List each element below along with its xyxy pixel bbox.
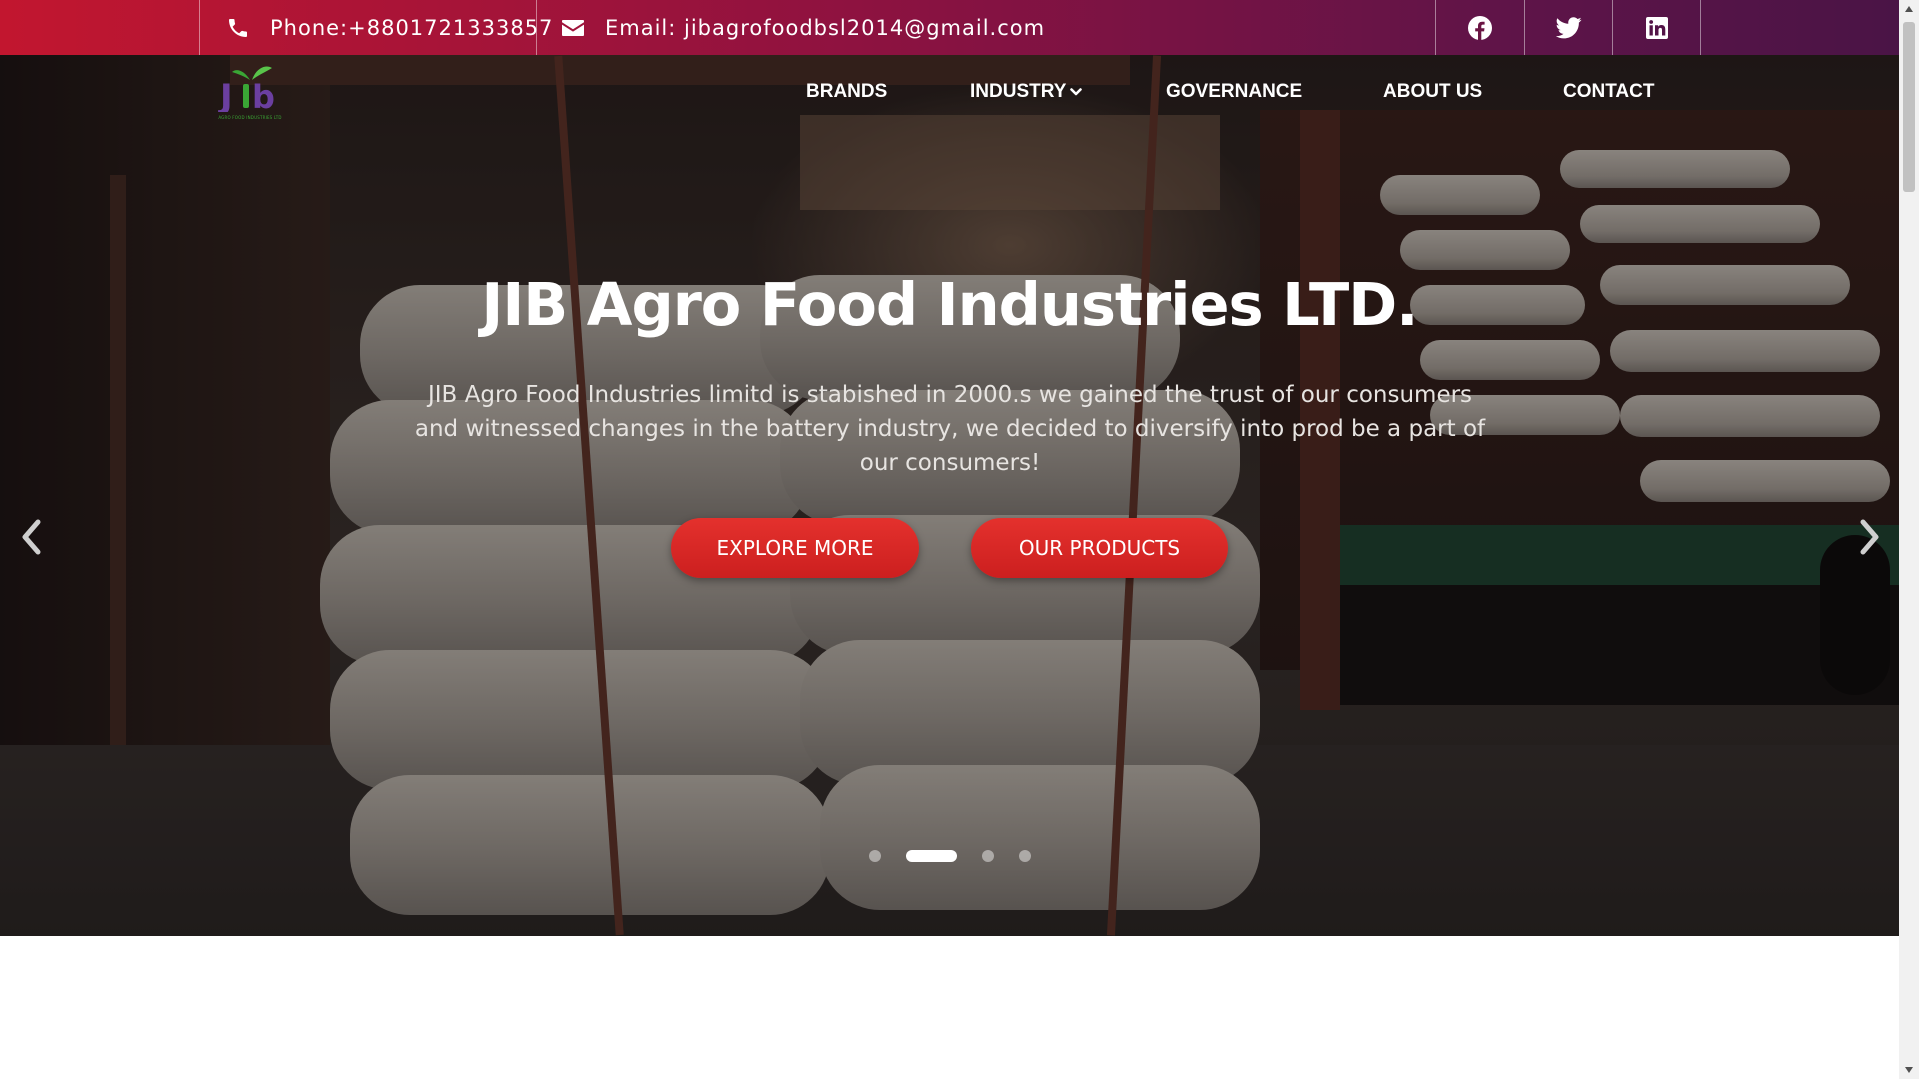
nav-brands[interactable]: BRANDS [806, 78, 887, 106]
hero-description: JIB Agro Food Industries limitd is stabi… [414, 382, 1486, 476]
nav-label: BRANDS [806, 81, 888, 102]
chevron-down-icon [1070, 88, 1083, 96]
hero-slider [0, 55, 1899, 936]
page-scrollbar[interactable] [1899, 0, 1919, 1079]
phone-text: Phone:+8801721333857 [270, 15, 554, 40]
slider-dot[interactable] [982, 850, 994, 862]
facebook-icon [1468, 15, 1492, 40]
our-products-button[interactable]: OUR PRODUCTS [971, 518, 1228, 578]
linkedin-link[interactable] [1613, 0, 1701, 55]
slider-dot[interactable] [1019, 850, 1031, 862]
explore-more-button[interactable]: EXPLORE MORE [671, 518, 919, 578]
linkedin-icon [1646, 16, 1668, 39]
nav-governance[interactable]: GOVERNANCE [1166, 78, 1302, 106]
scroll-up-button[interactable] [1899, 0, 1919, 18]
envelope-icon [562, 19, 584, 36]
chevron-left-icon [22, 519, 41, 555]
triangle-up-icon [1905, 6, 1913, 12]
phone-icon [229, 18, 247, 37]
divider [1700, 0, 1701, 55]
twitter-link[interactable] [1525, 0, 1613, 55]
svg-text:J: J [218, 77, 233, 112]
slider-dot[interactable] [869, 850, 881, 862]
slider-dot-active[interactable] [906, 850, 957, 862]
chevron-right-icon [1860, 519, 1879, 555]
facebook-link[interactable] [1436, 0, 1524, 55]
nav-label: INDUSTRY [970, 81, 1067, 102]
top-contact-bar: Phone:+8801721333857 Email: jibagrofoodb… [0, 0, 1899, 55]
svg-text:b: b [252, 78, 275, 112]
email-text: Email: jibagrofoodbsl2014@gmail.com [605, 15, 1046, 40]
site-logo[interactable]: J b AGRO FOOD INDUSTRIES LTD [214, 62, 286, 120]
divider [536, 0, 537, 55]
nav-industry[interactable]: INDUSTRY [970, 78, 1083, 106]
logo-mark-icon: J b [218, 66, 275, 117]
phone-contact[interactable]: Phone:+8801721333857 [226, 0, 553, 55]
slider-prev-button[interactable] [9, 515, 53, 559]
nav-label: ABOUT US [1383, 81, 1483, 102]
hero-title: JIB Agro Food Industries LTD. [481, 270, 1418, 339]
scroll-thumb[interactable] [1903, 22, 1915, 192]
slider-next-button[interactable] [1848, 515, 1892, 559]
divider [199, 0, 200, 55]
logo-subtext: AGRO FOOD INDUSTRIES LTD [218, 115, 282, 120]
email-contact[interactable]: Email: jibagrofoodbsl2014@gmail.com [561, 0, 1045, 55]
nav-label: CONTACT [1563, 81, 1655, 102]
twitter-icon [1556, 16, 1582, 38]
scroll-down-button[interactable] [1899, 1061, 1919, 1079]
nav-label: GOVERNANCE [1166, 81, 1303, 102]
triangle-down-icon [1905, 1067, 1913, 1073]
nav-about-us[interactable]: ABOUT US [1383, 78, 1482, 106]
nav-contact[interactable]: CONTACT [1563, 78, 1654, 106]
hero-overlay [0, 55, 1899, 936]
